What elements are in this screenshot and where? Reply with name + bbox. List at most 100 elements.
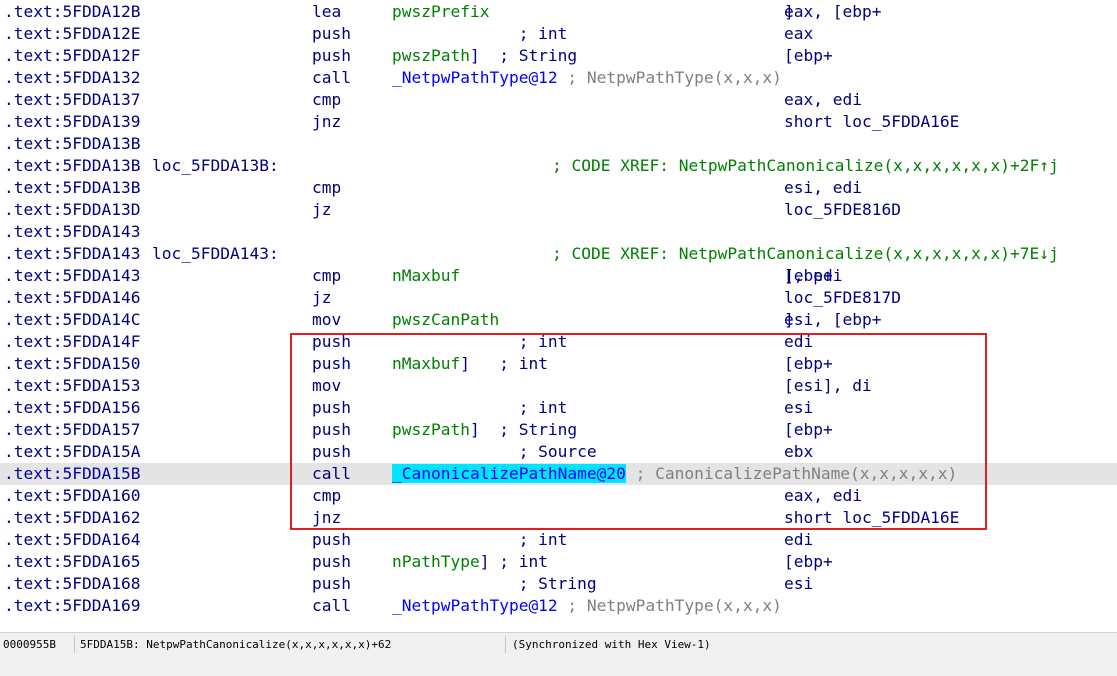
instruction-mnemonic[interactable]: call bbox=[312, 463, 351, 485]
function-name[interactable]: _NetpwPathType@12 bbox=[392, 596, 558, 615]
instruction-mnemonic[interactable]: push bbox=[312, 397, 351, 419]
operand-comment: ; String bbox=[392, 574, 597, 593]
line-address[interactable]: .text:5FDDA12F bbox=[4, 45, 140, 67]
listing-line[interactable]: .text:5FDDA156 push esi ; int bbox=[0, 397, 1117, 419]
stack-variable[interactable]: pwszPrefix bbox=[392, 2, 489, 21]
line-address[interactable]: .text:5FDDA169 bbox=[4, 595, 140, 617]
instruction-mnemonic[interactable]: push bbox=[312, 441, 351, 463]
listing-line[interactable]: .text:5FDDA150 push [ebp+ nMaxbuf] ; int bbox=[0, 353, 1117, 375]
instruction-mnemonic[interactable]: jz bbox=[312, 287, 332, 309]
line-address[interactable]: .text:5FDDA139 bbox=[4, 111, 140, 133]
instruction-mnemonic[interactable]: lea bbox=[312, 1, 341, 23]
line-address[interactable]: .text:5FDDA160 bbox=[4, 485, 140, 507]
line-address[interactable]: .text:5FDDA15B bbox=[4, 463, 140, 485]
function-signature-comment: ; NetpwPathType(x,x,x) bbox=[557, 596, 782, 615]
listing-line[interactable]: .text:5FDDA143 loc_5FDDA143: ; CODE XREF: … bbox=[0, 243, 1117, 265]
instruction-mnemonic[interactable]: mov bbox=[312, 309, 341, 331]
horizontal-scrollbar[interactable] bbox=[0, 656, 1117, 676]
instruction-mnemonic[interactable]: cmp bbox=[312, 265, 341, 287]
instruction-mnemonic[interactable]: push bbox=[312, 573, 351, 595]
listing-line-current[interactable]: .text:5FDDA15B call _CanonicalizePathName@… bbox=[0, 463, 1117, 485]
line-address[interactable]: .text:5FDDA157 bbox=[4, 419, 140, 441]
instruction-mnemonic[interactable]: call bbox=[312, 595, 351, 617]
line-address[interactable]: .text:5FDDA13D bbox=[4, 199, 140, 221]
line-address[interactable]: .text:5FDDA168 bbox=[4, 573, 140, 595]
listing-line[interactable]: .text:5FDDA12B lea eax, [ebp+ pwszPrefix] bbox=[0, 1, 1117, 23]
instruction-mnemonic[interactable]: push bbox=[312, 353, 351, 375]
line-address[interactable]: .text:5FDDA13B bbox=[4, 133, 140, 155]
stack-variable[interactable]: pwszPath bbox=[392, 46, 470, 65]
line-address[interactable]: .text:5FDDA143 bbox=[4, 265, 140, 287]
line-address[interactable]: .text:5FDDA156 bbox=[4, 397, 140, 419]
line-address[interactable]: .text:5FDDA14F bbox=[4, 331, 140, 353]
line-address[interactable]: .text:5FDDA137 bbox=[4, 89, 140, 111]
listing-line[interactable]: .text:5FDDA13B loc_5FDDA13B: ; CODE XREF: … bbox=[0, 155, 1117, 177]
stack-variable[interactable]: nMaxbuf bbox=[392, 354, 460, 373]
listing-line[interactable]: .text:5FDDA143 bbox=[0, 221, 1117, 243]
stack-variable[interactable]: nPathType bbox=[392, 552, 480, 571]
listing-line[interactable]: .text:5FDDA139 jnz short loc_5FDDA16E bbox=[0, 111, 1117, 133]
instruction-mnemonic[interactable]: push bbox=[312, 419, 351, 441]
line-address[interactable]: .text:5FDDA143 bbox=[4, 221, 140, 243]
line-address[interactable]: .text:5FDDA132 bbox=[4, 67, 140, 89]
code-xref-comment[interactable]: ; CODE XREF: NetpwPathCanonicalize(x,x,x… bbox=[552, 155, 1059, 177]
line-address[interactable]: .text:5FDDA14C bbox=[4, 309, 140, 331]
listing-line[interactable]: .text:5FDDA165 push [ebp+ nPathType] ; int bbox=[0, 551, 1117, 573]
disassembly-listing[interactable]: .text:5FDDA12B lea eax, [ebp+ pwszPrefix] .t… bbox=[0, 0, 1117, 628]
instruction-mnemonic[interactable]: cmp bbox=[312, 177, 341, 199]
listing-line[interactable]: .text:5FDDA132 call _NetpwPathType@12 ; Ne… bbox=[0, 67, 1117, 89]
line-address[interactable]: .text:5FDDA143 bbox=[4, 243, 140, 265]
stack-variable[interactable]: pwszCanPath bbox=[392, 310, 499, 329]
instruction-mnemonic[interactable]: push bbox=[312, 331, 351, 353]
listing-line[interactable]: .text:5FDDA164 push edi ; int bbox=[0, 529, 1117, 551]
code-xref-comment[interactable]: ; CODE XREF: NetpwPathCanonicalize(x,x,x… bbox=[552, 243, 1059, 265]
listing-line[interactable]: .text:5FDDA162 jnz short loc_5FDDA16E bbox=[0, 507, 1117, 529]
selected-function-name[interactable]: _CanonicalizePathName@20 bbox=[392, 464, 626, 483]
instruction-mnemonic[interactable]: push bbox=[312, 23, 351, 45]
listing-line[interactable]: .text:5FDDA153 mov [esi], di bbox=[0, 375, 1117, 397]
listing-line[interactable]: .text:5FDDA13B bbox=[0, 133, 1117, 155]
listing-line[interactable]: .text:5FDDA137 cmp eax, edi bbox=[0, 89, 1117, 111]
listing-line[interactable]: .text:5FDDA13B cmp esi, edi bbox=[0, 177, 1117, 199]
listing-line[interactable]: .text:5FDDA12F push [ebp+ pwszPath] ; Strin… bbox=[0, 45, 1117, 67]
code-label[interactable]: loc_5FDDA13B: bbox=[152, 155, 279, 177]
line-address[interactable]: .text:5FDDA164 bbox=[4, 529, 140, 551]
function-name[interactable]: _NetpwPathType@12 bbox=[392, 68, 558, 87]
instruction-mnemonic[interactable]: cmp bbox=[312, 485, 341, 507]
line-address[interactable]: .text:5FDDA13B bbox=[4, 155, 140, 177]
stack-variable[interactable]: nMaxbuf bbox=[392, 266, 460, 285]
line-address[interactable]: .text:5FDDA12E bbox=[4, 23, 140, 45]
listing-line[interactable]: .text:5FDDA146 jz loc_5FDE817D bbox=[0, 287, 1117, 309]
listing-line[interactable]: .text:5FDDA14C mov esi, [ebp+ pwszCanPath] bbox=[0, 309, 1117, 331]
listing-line[interactable]: .text:5FDDA14F push edi ; int bbox=[0, 331, 1117, 353]
listing-line[interactable]: .text:5FDDA143 cmp [ebp+ nMaxbuf], edi bbox=[0, 265, 1117, 287]
line-address[interactable]: .text:5FDDA153 bbox=[4, 375, 140, 397]
line-address[interactable]: .text:5FDDA162 bbox=[4, 507, 140, 529]
line-address[interactable]: .text:5FDDA15A bbox=[4, 441, 140, 463]
listing-line[interactable]: .text:5FDDA157 push [ebp+ pwszPath] ; Strin… bbox=[0, 419, 1117, 441]
listing-line[interactable]: .text:5FDDA160 cmp eax, edi bbox=[0, 485, 1117, 507]
listing-line[interactable]: .text:5FDDA15A push ebx ; Source bbox=[0, 441, 1117, 463]
code-label[interactable]: loc_5FDDA143: bbox=[152, 243, 279, 265]
line-address[interactable]: .text:5FDDA165 bbox=[4, 551, 140, 573]
listing-line[interactable]: .text:5FDDA13D jz loc_5FDE816D bbox=[0, 199, 1117, 221]
line-address[interactable]: .text:5FDDA12B bbox=[4, 1, 140, 23]
stack-variable[interactable]: pwszPath bbox=[392, 420, 470, 439]
instruction-mnemonic[interactable]: mov bbox=[312, 375, 341, 397]
line-address[interactable]: .text:5FDDA150 bbox=[4, 353, 140, 375]
instruction-mnemonic[interactable]: push bbox=[312, 551, 351, 573]
instruction-mnemonic[interactable]: push bbox=[312, 529, 351, 551]
line-address[interactable]: .text:5FDDA146 bbox=[4, 287, 140, 309]
instruction-mnemonic[interactable]: jnz bbox=[312, 111, 341, 133]
instruction-mnemonic[interactable]: push bbox=[312, 45, 351, 67]
instruction-operands: _NetpwPathType@12 ; NetpwPathType(x,x,x) bbox=[392, 595, 782, 617]
listing-line[interactable]: .text:5FDDA12E push eax ; int bbox=[0, 23, 1117, 45]
line-address[interactable]: .text:5FDDA13B bbox=[4, 177, 140, 199]
listing-line[interactable]: .text:5FDDA168 push esi ; String bbox=[0, 573, 1117, 595]
instruction-mnemonic[interactable]: jnz bbox=[312, 507, 341, 529]
instruction-mnemonic[interactable]: jz bbox=[312, 199, 332, 221]
instruction-operands: _NetpwPathType@12 ; NetpwPathType(x,x,x) bbox=[392, 67, 782, 89]
instruction-mnemonic[interactable]: cmp bbox=[312, 89, 341, 111]
listing-line[interactable]: .text:5FDDA169 call _NetpwPathType@12 ; Ne… bbox=[0, 595, 1117, 617]
instruction-mnemonic[interactable]: call bbox=[312, 67, 351, 89]
